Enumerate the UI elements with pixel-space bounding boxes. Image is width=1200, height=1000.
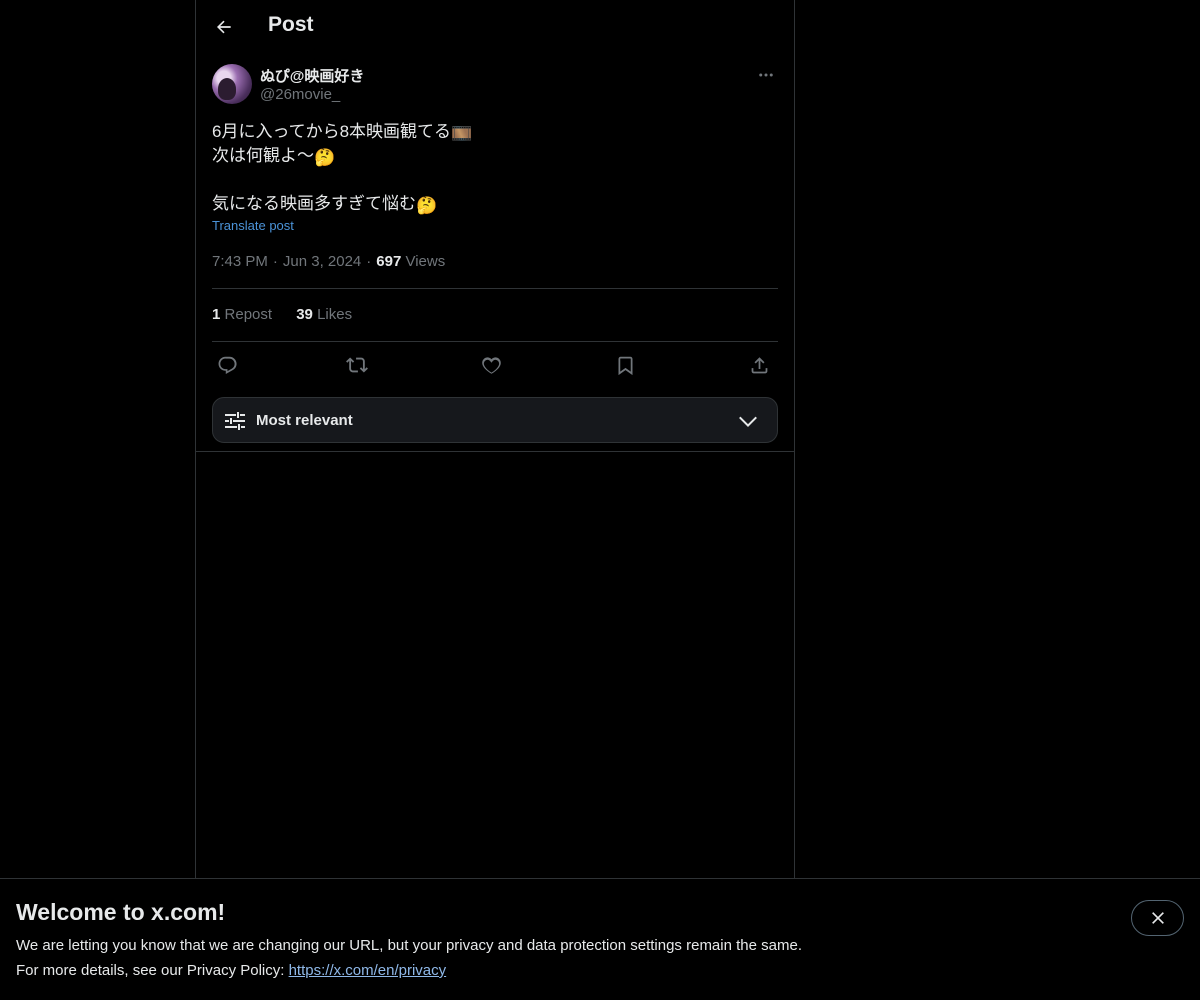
post-meta: 7:43 PM · Jun 3, 2024 · 697 Views: [212, 253, 446, 270]
reply-button[interactable]: [214, 352, 240, 378]
views-count: 697: [376, 253, 402, 270]
bookmark-icon: [618, 356, 632, 375]
close-banner-button[interactable]: [1131, 900, 1184, 936]
post-line-3: 気になる映画多すぎて悩む: [212, 194, 416, 213]
bookmark-button[interactable]: [612, 352, 638, 378]
post-line-1: 6月に入ってから8本映画観てる: [212, 122, 452, 141]
more-options-button[interactable]: [754, 64, 778, 86]
repost-icon: [346, 357, 368, 373]
translate-post-link[interactable]: Translate post: [212, 218, 294, 233]
post-column: Post ぬぴ@映画好き @26movie_ 6月に入ってから8本映画観てる🎞️…: [195, 0, 795, 878]
post-line-2: 次は何観よ〜: [212, 146, 314, 165]
sliders-icon: [225, 412, 245, 430]
divider: [212, 341, 778, 342]
post-text: 6月に入ってから8本映画観てる🎞️ 次は何観よ〜🤔 気になる映画多すぎて悩む🤔: [212, 120, 778, 216]
post-actions: [212, 352, 778, 378]
author-handle[interactable]: @26movie_: [260, 86, 340, 103]
post-date[interactable]: Jun 3, 2024: [283, 253, 361, 270]
film-frames-emoji-icon: 🎞️: [451, 124, 473, 143]
divider: [212, 288, 778, 289]
reposts-label: Repost: [224, 306, 273, 323]
sort-replies-dropdown[interactable]: Most relevant: [212, 397, 778, 443]
page-title: Post: [268, 13, 314, 36]
post-stats: 1 Repost 39 Likes: [212, 306, 372, 323]
thinking-face-emoji-icon: 🤔: [314, 148, 336, 167]
likes-label: Likes: [317, 306, 353, 323]
more-icon: [759, 73, 773, 77]
divider: [196, 451, 794, 452]
reply-icon: [218, 356, 237, 374]
back-button[interactable]: [208, 11, 240, 43]
like-icon: [481, 356, 501, 374]
post-author: ぬぴ@映画好き @26movie_: [212, 64, 778, 108]
banner-privacy-text: For more details, see our Privacy Policy…: [16, 962, 446, 979]
repost-button[interactable]: [344, 352, 370, 378]
views-label: Views: [405, 253, 446, 270]
share-icon: [751, 356, 767, 373]
privacy-policy-link[interactable]: https://x.com/en/privacy: [289, 962, 447, 979]
sort-label: Most relevant: [256, 412, 353, 429]
share-button[interactable]: [746, 352, 772, 378]
close-icon: [1151, 912, 1164, 924]
likes-stat[interactable]: 39 Likes: [296, 306, 352, 323]
reposts-stat[interactable]: 1 Repost: [212, 306, 272, 323]
reposts-count: 1: [212, 306, 221, 323]
avatar[interactable]: [212, 64, 252, 104]
banner-privacy-prefix: For more details, see our Privacy Policy…: [16, 962, 289, 979]
likes-count: 39: [296, 306, 313, 323]
like-button[interactable]: [478, 352, 504, 378]
banner-title: Welcome to x.com!: [16, 899, 226, 925]
welcome-banner: Welcome to x.com! We are letting you kno…: [0, 878, 1200, 1000]
author-display-name[interactable]: ぬぴ@映画好き: [260, 65, 364, 86]
post-header: Post: [196, 0, 794, 53]
chevron-down-icon: [739, 416, 757, 428]
thinking-face-emoji-icon: 🤔: [416, 196, 438, 215]
post-time[interactable]: 7:43 PM: [212, 253, 268, 270]
banner-message: We are letting you know that we are chan…: [16, 937, 802, 954]
arrow-left-icon: [217, 20, 231, 34]
